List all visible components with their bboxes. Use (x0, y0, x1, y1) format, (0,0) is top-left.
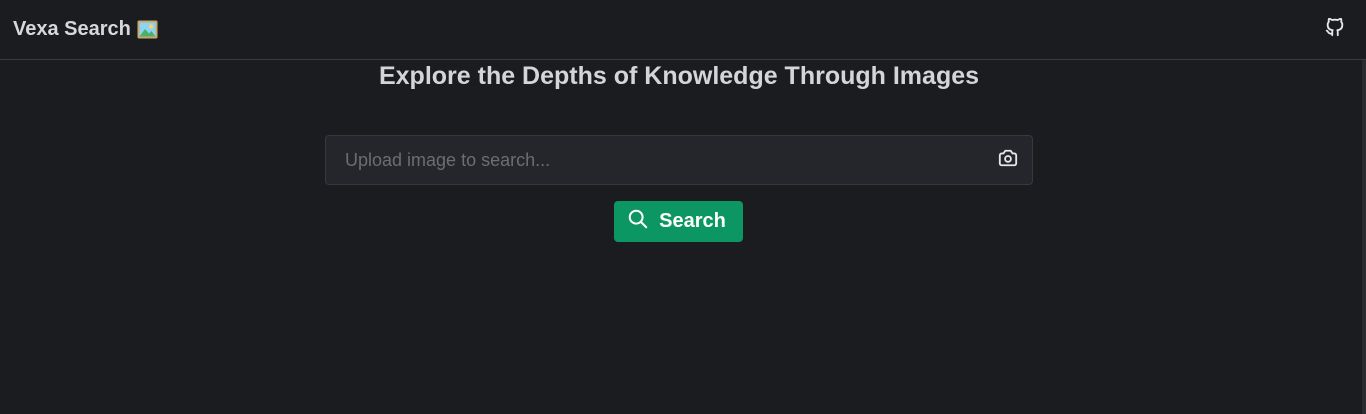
page-headline: Explore the Depths of Knowledge Through … (378, 62, 980, 90)
top-navbar: Vexa Search (0, 0, 1366, 60)
brand[interactable]: Vexa Search (13, 18, 158, 41)
framed-picture-icon (137, 20, 158, 39)
github-icon (1324, 16, 1346, 43)
github-link[interactable] (1322, 17, 1348, 43)
camera-upload-button[interactable] (996, 148, 1020, 172)
search-button-label: Search (659, 210, 726, 232)
image-search-box (325, 135, 1033, 185)
brand-title: Vexa Search (13, 18, 131, 40)
search-button[interactable]: Search (614, 201, 743, 242)
search-input[interactable] (343, 148, 996, 172)
search-icon (627, 208, 649, 236)
page-scrollbar[interactable] (1362, 60, 1366, 414)
camera-icon (997, 148, 1019, 173)
